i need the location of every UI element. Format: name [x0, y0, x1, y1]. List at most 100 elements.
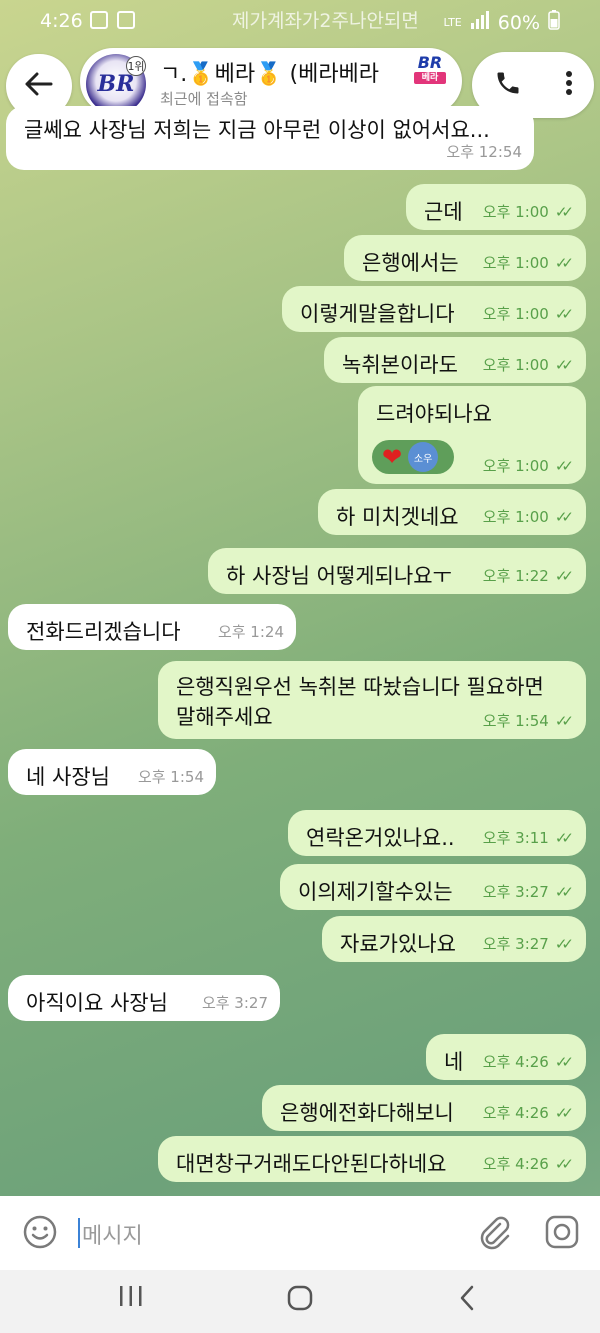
- rank-badge: 1위: [126, 56, 146, 76]
- message-time: 오후 1:00: [482, 457, 549, 475]
- message-bubble[interactable]: 글쎄요 사장님 저희는 지금 아무런 이상이 없어서요... 오후 12:54: [6, 106, 534, 170]
- read-checks-icon: ✓✓: [554, 507, 574, 526]
- read-checks-icon: ✓✓: [554, 1103, 574, 1122]
- message-reaction[interactable]: ❤ 소우: [372, 440, 454, 474]
- message-meta: 오후 3:27 ✓✓: [483, 881, 574, 902]
- message-input[interactable]: 메시지: [82, 1218, 143, 1250]
- message-text: 전화드리겠습니다: [26, 620, 181, 644]
- message-text: 네 사장님: [26, 765, 110, 789]
- message-meta: 오후 1:54 ✓✓: [483, 710, 574, 731]
- avatar-logo-text: BR: [97, 71, 135, 97]
- message-meta: 오후 4:26 ✓✓: [483, 1051, 574, 1072]
- status-right: LTE 60%: [443, 10, 560, 35]
- message-meta: 오후 1:00 ✓✓: [483, 303, 574, 324]
- message-bubble[interactable]: 네 사장님 오후 1:54: [8, 749, 216, 795]
- recent-apps-icon[interactable]: [118, 1284, 144, 1315]
- app-notification-icon: [117, 11, 135, 29]
- message-time: 오후 3:11: [482, 829, 549, 847]
- home-icon[interactable]: [286, 1284, 314, 1319]
- paperclip-icon[interactable]: [476, 1214, 512, 1256]
- message-bubble[interactable]: 은행에서는 오후 1:00 ✓✓: [344, 235, 586, 281]
- message-meta: 오후 1:00 ✓✓: [483, 201, 574, 222]
- message-time: 오후 4:26: [482, 1053, 549, 1071]
- read-checks-icon: ✓✓: [554, 711, 574, 730]
- message-time: 오후 12:54: [446, 143, 522, 161]
- message-time: 오후 1:54: [482, 712, 549, 730]
- message-text: 네: [444, 1050, 464, 1074]
- message-time: 오후 3:27: [482, 883, 549, 901]
- message-meta: 오후 1:00 ✓✓: [483, 252, 574, 273]
- back-arrow-icon: [25, 72, 53, 100]
- message-text: 은행에서는: [362, 251, 459, 275]
- message-time: 오후 1:00: [482, 254, 549, 272]
- reaction-user-avatar: 소우: [408, 442, 439, 472]
- message-bubble[interactable]: 녹취본이라도 오후 1:00 ✓✓: [324, 337, 586, 383]
- message-meta: 오후 3:27 ✓✓: [483, 933, 574, 954]
- read-checks-icon: ✓✓: [554, 828, 574, 847]
- message-bubble[interactable]: 근데 오후 1:00 ✓✓: [406, 184, 586, 230]
- read-checks-icon: ✓✓: [554, 253, 574, 272]
- message-bubble[interactable]: 이렇게말을합니다 오후 1:00 ✓✓: [282, 286, 586, 332]
- message-bubble[interactable]: 은행직원우선 녹취본 따놨습니다 필요하면 말해주세요 오후 1:54 ✓✓: [158, 661, 586, 739]
- system-nav-bar: [0, 1270, 600, 1333]
- message-text: 이렇게말을합니다: [300, 302, 455, 326]
- back-nav-icon[interactable]: [458, 1284, 476, 1319]
- emoji-icon[interactable]: [22, 1214, 58, 1254]
- message-time: 오후 1:00: [482, 203, 549, 221]
- message-text: 하 미치겟네요: [336, 505, 459, 529]
- message-bubble[interactable]: 이의제기할수있는 오후 3:27 ✓✓: [280, 864, 586, 910]
- message-bubble[interactable]: 드려야되나요 ❤ 소우 오후 1:00 ✓✓: [358, 386, 586, 484]
- message-text: 근데: [424, 200, 463, 224]
- message-bubble[interactable]: 대면창구거래도다안된다하네요 오후 4:26 ✓✓: [158, 1136, 586, 1182]
- message-meta: 오후 1:00 ✓✓: [483, 354, 574, 375]
- read-checks-icon: ✓✓: [554, 1052, 574, 1071]
- message-text: 녹취본이라도: [342, 353, 458, 377]
- read-checks-icon: ✓✓: [554, 355, 574, 374]
- read-checks-icon: ✓✓: [554, 566, 574, 585]
- message-text: 아직이요 사장님: [26, 991, 168, 1015]
- message-bubble[interactable]: 자료가있나요 오후 3:27 ✓✓: [322, 916, 586, 962]
- heart-reaction-icon: ❤: [382, 443, 403, 471]
- message-text: 대면창구거래도다안된다하네요: [176, 1152, 447, 1176]
- camera-icon[interactable]: [544, 1214, 580, 1254]
- message-text: 이의제기할수있는: [298, 880, 453, 904]
- read-checks-icon: ✓✓: [554, 202, 574, 221]
- signal-icon: [470, 11, 490, 34]
- message-time: 오후 4:26: [482, 1104, 549, 1122]
- more-vertical-icon[interactable]: [565, 70, 573, 100]
- network-type: LTE: [443, 16, 462, 29]
- message-text-line2: 말해주세요: [176, 705, 273, 729]
- message-time: 오후 4:26: [482, 1155, 549, 1173]
- message-bubble[interactable]: 전화드리겠습니다 오후 1:24: [8, 604, 296, 650]
- message-time: 오후 1:00: [482, 356, 549, 374]
- status-time: 4:26: [40, 10, 83, 32]
- read-checks-icon: ✓✓: [554, 1154, 574, 1173]
- message-meta: 오후 4:26 ✓✓: [483, 1102, 574, 1123]
- phone-icon[interactable]: [494, 69, 522, 101]
- message-bubble[interactable]: 아직이요 사장님 오후 3:27: [8, 975, 280, 1021]
- read-checks-icon: ✓✓: [554, 456, 574, 475]
- chat-header[interactable]: BR 1위 ㄱ.🥇베라🥇 (베라베라 BR 베라 최근에 접속함: [80, 48, 462, 114]
- text-cursor: [78, 1218, 80, 1248]
- message-text: 은행에전화다해보니: [280, 1101, 454, 1125]
- title-logo-sub: 베라: [414, 72, 446, 84]
- read-checks-icon: ✓✓: [554, 934, 574, 953]
- message-meta: 오후 1:00 ✓✓: [483, 506, 574, 527]
- title-logo-text: BR: [417, 53, 443, 72]
- notification-preview-text: 제가계좌가2주나안되면: [232, 10, 419, 32]
- message-bubble[interactable]: 하 사장님 어떻게되나요ㅜ 오후 1:22 ✓✓: [208, 548, 586, 594]
- title-logo: BR 베라: [414, 54, 446, 90]
- message-time: 오후 1:22: [482, 567, 549, 585]
- message-bubble[interactable]: 은행에전화다해보니 오후 4:26 ✓✓: [262, 1085, 586, 1131]
- chat-title: ㄱ.🥇베라🥇 (베라베라: [160, 62, 380, 87]
- message-time: 오후 3:27: [201, 994, 268, 1012]
- message-time: 오후 1:00: [482, 305, 549, 323]
- message-text: 연락온거있나요..: [306, 826, 455, 850]
- message-bubble[interactable]: 연락온거있나요.. 오후 3:11 ✓✓: [288, 810, 586, 856]
- read-checks-icon: ✓✓: [554, 882, 574, 901]
- message-bubble[interactable]: 하 미치겟네요 오후 1:00 ✓✓: [318, 489, 586, 535]
- message-bubble[interactable]: 네 오후 4:26 ✓✓: [426, 1034, 586, 1080]
- battery-percent: 60%: [497, 11, 540, 34]
- message-time: 오후 1:24: [217, 623, 284, 641]
- message-time: 오후 1:00: [482, 508, 549, 526]
